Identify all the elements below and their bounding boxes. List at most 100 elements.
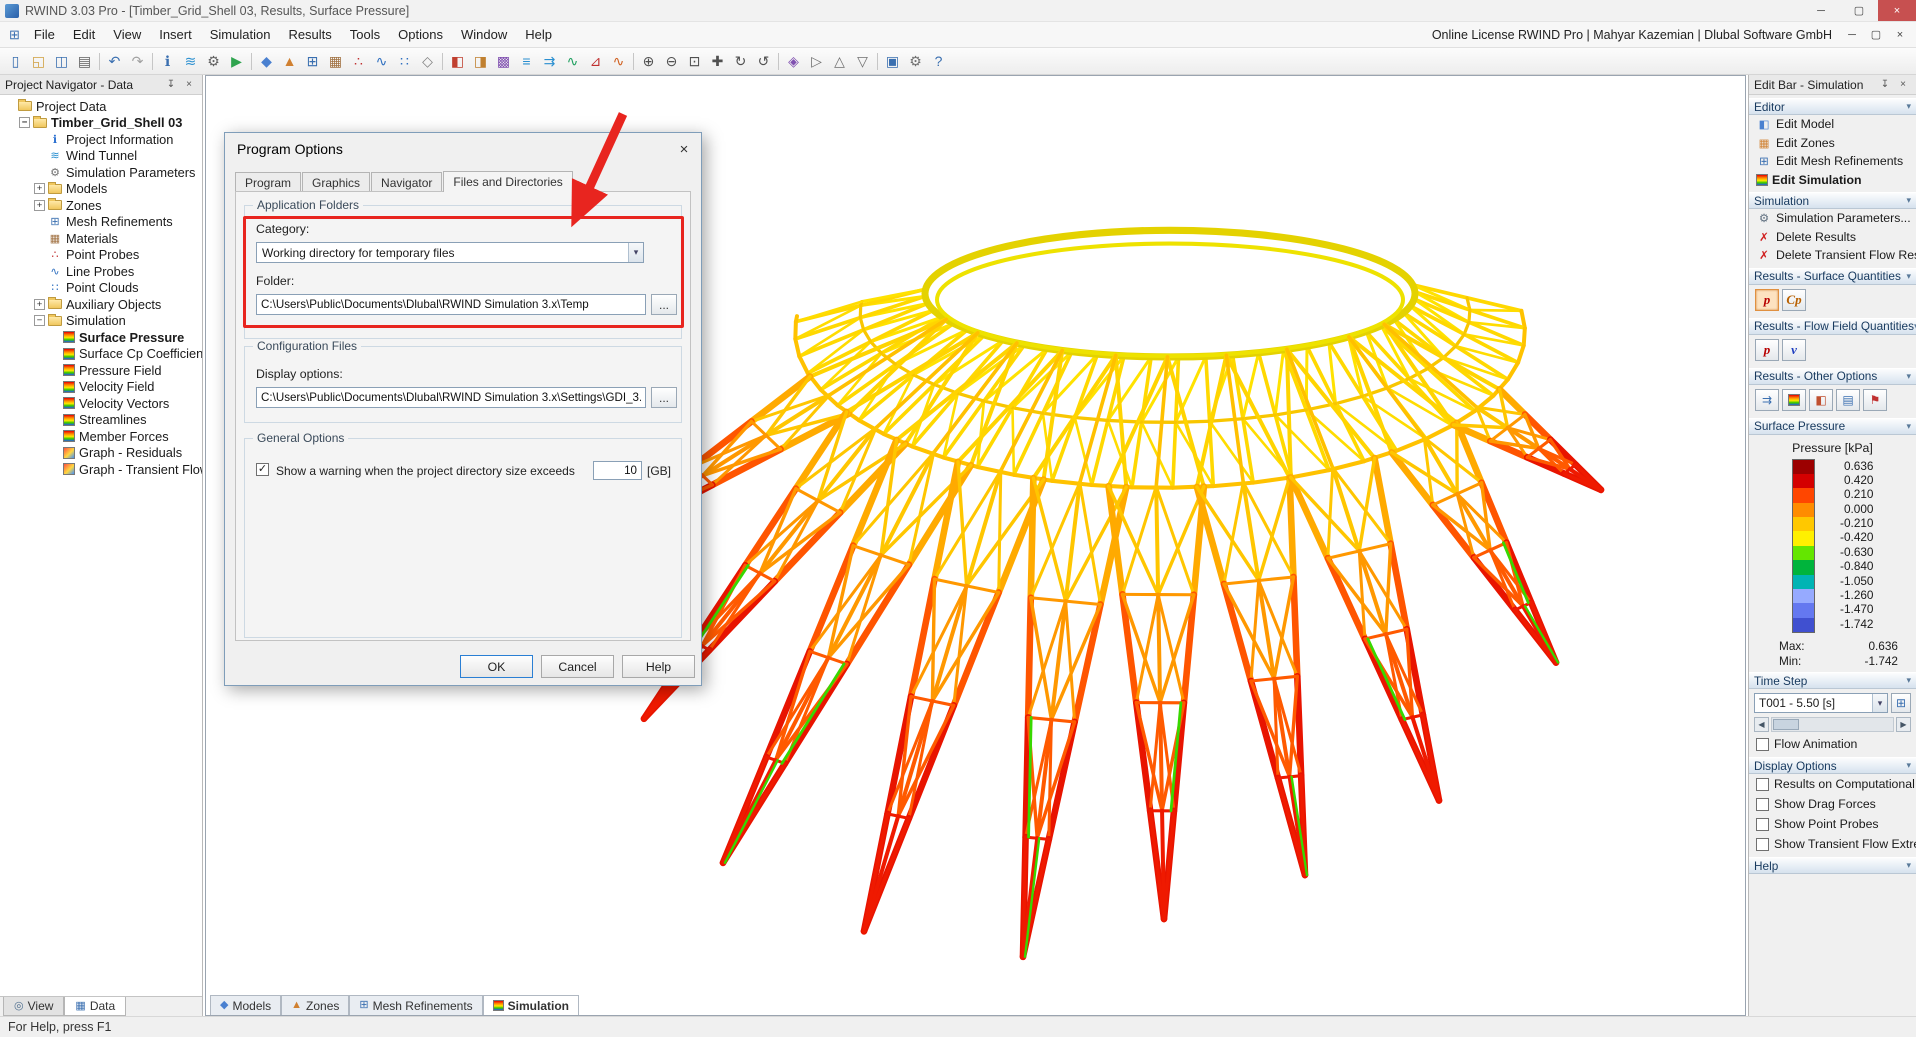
display-options-browse-button[interactable]: ... [651,387,677,408]
expander-plus-icon[interactable]: + [34,299,45,310]
menu-help[interactable]: Help [516,22,561,47]
toolbar-zoom-out-button[interactable]: ⊖ [660,50,683,73]
tree-item-streamlines[interactable]: Streamlines [0,412,202,429]
editbar-edit-model[interactable]: ◧Edit Model [1749,115,1916,134]
panel-pin-button[interactable]: ↧ [163,77,179,92]
flow-animation-checkbox[interactable]: Flow Animation [1749,734,1916,754]
tree-item-velocity-vectors[interactable]: Velocity Vectors [0,395,202,412]
tree-item-graph-residuals[interactable]: Graph - Residuals [0,445,202,462]
tree-item-surface-cp-coefficient[interactable]: Surface Cp Coefficient [0,346,202,363]
dialog-tab-graphics[interactable]: Graphics [302,172,370,192]
expander-plus-icon[interactable]: + [34,183,45,194]
slider-left-button[interactable]: ◀ [1754,717,1769,732]
cancel-button[interactable]: Cancel [541,655,614,678]
toolbar-surface-cp-button[interactable]: ◨ [469,50,492,73]
toolbar-zones-button[interactable]: ▲ [278,50,301,73]
section-display-options[interactable]: Display Options ▾ [1749,757,1916,774]
dialog-close-button[interactable]: × [668,134,700,164]
toolbar-undo-button[interactable]: ↶ [103,50,126,73]
toolbar-top-view-button[interactable]: ▽ [851,50,874,73]
tree-item-models[interactable]: +Models [0,181,202,198]
toolbar-line-probes-button[interactable]: ∿ [370,50,393,73]
expander-plus-icon[interactable]: + [34,200,45,211]
tree-item-materials[interactable]: ▦Materials [0,230,202,247]
display-options-input[interactable] [256,387,646,408]
checkbox-show-transient-flow-extre[interactable]: Show Transient Flow Extre... [1749,834,1916,854]
toolbar-point-clouds-button[interactable]: ∷ [393,50,416,73]
section-surface-quantities[interactable]: Results - Surface Quantities ▾ [1749,268,1916,285]
checkbox-show-point-probes[interactable]: Show Point Probes [1749,814,1916,834]
tree-item-line-probes[interactable]: ∿Line Probes [0,263,202,280]
toolbar-zoom-window-button[interactable]: ⊡ [683,50,706,73]
toolbar-rotate-view-button[interactable]: ↻ [729,50,752,73]
dialog-tab-program[interactable]: Program [235,172,301,192]
toolbar-wind-tunnel-button[interactable]: ≋ [179,50,202,73]
toolbar-materials-button[interactable]: ▦ [324,50,347,73]
toolbar-auxiliary-objects-button[interactable]: ◇ [416,50,439,73]
menu-view[interactable]: View [104,22,150,47]
navigator-tab-data[interactable]: ▦Data [64,997,126,1016]
velocity-field-button[interactable]: v [1782,339,1806,361]
menu-simulation[interactable]: Simulation [201,22,280,47]
oo-shading-button[interactable]: ◧ [1809,389,1833,411]
warning-size-input[interactable] [593,461,642,480]
time-step-select[interactable]: T001 - 5.50 [s] ▾ [1754,693,1888,713]
editbar-delete-transient-flow-res[interactable]: ✗Delete Transient Flow Res... [1749,246,1916,265]
oo-extreme-values-button[interactable]: ⚑ [1863,389,1887,411]
navigator-tab-view[interactable]: ◎View [3,997,64,1016]
dialog-tab-navigator[interactable]: Navigator [371,172,442,192]
menu-edit[interactable]: Edit [64,22,104,47]
section-help[interactable]: Help ▾ [1749,857,1916,874]
tree-item-timber-grid-shell-03[interactable]: −Timber_Grid_Shell 03 [0,115,202,132]
section-simulation[interactable]: Simulation ▾ [1749,192,1916,209]
panel-pin-button[interactable]: ↧ [1877,77,1893,92]
toolbar-run-simulation-button[interactable]: ▶ [225,50,248,73]
toolbar-isometric-view-button[interactable]: ◈ [782,50,805,73]
toolbar-models-button[interactable]: ◆ [255,50,278,73]
panel-close-button[interactable]: × [181,77,197,92]
toolbar-surface-pressure-button[interactable]: ◧ [446,50,469,73]
editbar-simulation-parameters[interactable]: ⚙Simulation Parameters... [1749,209,1916,228]
tree-item-point-probes[interactable]: ∴Point Probes [0,247,202,264]
tree-item-project-information[interactable]: ℹProject Information [0,131,202,148]
mdi-close-button[interactable]: × [1888,28,1912,41]
expander-minus-icon[interactable]: − [19,117,30,128]
toolbar-simulation-parameters-button[interactable]: ⚙ [202,50,225,73]
menu-window[interactable]: Window [452,22,516,47]
tree-item-member-forces[interactable]: Member Forces [0,428,202,445]
pressure-field-button[interactable]: p [1755,339,1779,361]
slider-track[interactable] [1771,717,1894,732]
menu-file[interactable]: File [25,22,64,47]
viewport-tab-zones[interactable]: ▲Zones [281,995,349,1015]
toolbar-print-button[interactable]: ▤ [73,50,96,73]
viewport-tab-models[interactable]: ◆Models [210,995,281,1015]
tree-item-simulation[interactable]: −Simulation [0,313,202,330]
section-editor[interactable]: Editor ▾ [1749,98,1916,115]
oo-result-vectors-button[interactable]: ⇉ [1755,389,1779,411]
help-button[interactable]: Help [622,655,695,678]
toolbar-velocity-field-button[interactable]: ≡ [515,50,538,73]
toolbar-redo-button[interactable]: ↷ [126,50,149,73]
slider-thumb[interactable] [1773,719,1799,730]
menu-options[interactable]: Options [389,22,452,47]
checkbox-show-drag-forces[interactable]: Show Drag Forces [1749,794,1916,814]
ok-button[interactable]: OK [460,655,533,678]
toolbar-front-view-button[interactable]: ▷ [805,50,828,73]
editbar-delete-results[interactable]: ✗Delete Results [1749,228,1916,247]
toolbar-mesh-refinements-button[interactable]: ⊞ [301,50,324,73]
tree-item-simulation-parameters[interactable]: ⚙Simulation Parameters [0,164,202,181]
tree-item-velocity-field[interactable]: Velocity Field [0,379,202,396]
mdi-minimize-button[interactable]: ─ [1840,28,1864,41]
tree-item-surface-pressure[interactable]: Surface Pressure [0,329,202,346]
toolbar-zoom-in-button[interactable]: ⊕ [637,50,660,73]
tree-item-auxiliary-objects[interactable]: +Auxiliary Objects [0,296,202,313]
toolbar-graph-residuals-button[interactable]: ∿ [607,50,630,73]
toolbar-velocity-vectors-button[interactable]: ⇉ [538,50,561,73]
menu-results[interactable]: Results [279,22,340,47]
toolbar-new-file-button[interactable]: ▯ [4,50,27,73]
oo-color-scale-button[interactable] [1782,389,1806,411]
toolbar-streamlines-button[interactable]: ∿ [561,50,584,73]
close-button[interactable]: × [1878,0,1916,21]
expander-minus-icon[interactable]: − [34,315,45,326]
toolbar-project-information-button[interactable]: ℹ [156,50,179,73]
